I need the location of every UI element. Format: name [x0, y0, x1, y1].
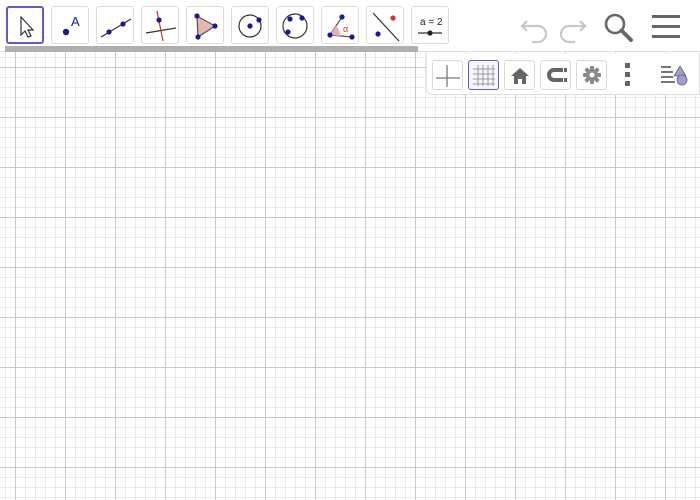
redo-button[interactable]	[555, 10, 589, 44]
line-tool-button[interactable]	[96, 6, 134, 44]
redo-icon	[559, 20, 587, 44]
toolbar: A α a = 2	[0, 0, 700, 52]
style-bar-toggle-icon	[661, 65, 688, 86]
angle-tool-label: α	[343, 24, 348, 34]
point-icon: A	[62, 14, 80, 36]
axes-icon	[436, 65, 460, 87]
toggle-axes-button[interactable]	[432, 60, 463, 90]
vertical-dots-icon	[625, 63, 630, 86]
home-icon	[511, 68, 529, 84]
slider-tool-label: a = 2	[420, 17, 443, 28]
undo-icon	[520, 20, 548, 44]
angle-tool-button[interactable]: α	[321, 6, 359, 44]
toolbar-scrollbar[interactable]	[5, 46, 418, 52]
standard-view-button[interactable]	[504, 60, 535, 90]
perpendicular-line-icon	[145, 10, 177, 42]
undo-button[interactable]	[518, 10, 552, 44]
circle-center-point-tool-button[interactable]	[231, 6, 269, 44]
toggle-grid-button[interactable]	[468, 60, 499, 90]
slider-icon: a = 2	[418, 17, 443, 36]
grid-icon	[473, 65, 495, 86]
toggle-style-bar-button[interactable]	[658, 60, 696, 90]
circle-center-icon	[238, 14, 262, 38]
circle-three-points-icon	[282, 13, 308, 39]
reflect-tool-button[interactable]	[366, 6, 404, 44]
style-bar	[426, 53, 700, 95]
point-capturing-button[interactable]	[540, 60, 571, 90]
search-button[interactable]	[600, 9, 636, 45]
slider-tool-button[interactable]: a = 2	[411, 6, 449, 44]
angle-icon: α	[327, 14, 355, 40]
magnet-icon	[547, 68, 567, 82]
point-tool-label: A	[71, 14, 80, 29]
search-icon	[604, 13, 633, 42]
circle-three-points-tool-button[interactable]	[276, 6, 314, 44]
main-menu-button[interactable]	[648, 9, 684, 45]
polygon-icon	[194, 13, 218, 40]
polygon-tool-button[interactable]	[186, 6, 224, 44]
move-tool-button[interactable]	[6, 6, 44, 44]
gear-icon	[583, 66, 601, 84]
hamburger-menu-icon	[652, 15, 680, 38]
arrow-pointer-icon	[20, 15, 35, 38]
point-tool-button[interactable]: A	[51, 6, 89, 44]
graphics-view[interactable]	[0, 52, 700, 500]
more-options-button[interactable]	[616, 60, 638, 90]
perpendicular-line-tool-button[interactable]	[141, 6, 179, 44]
reflect-about-line-icon	[372, 12, 400, 42]
line-icon	[100, 18, 132, 38]
settings-button[interactable]	[576, 60, 607, 90]
